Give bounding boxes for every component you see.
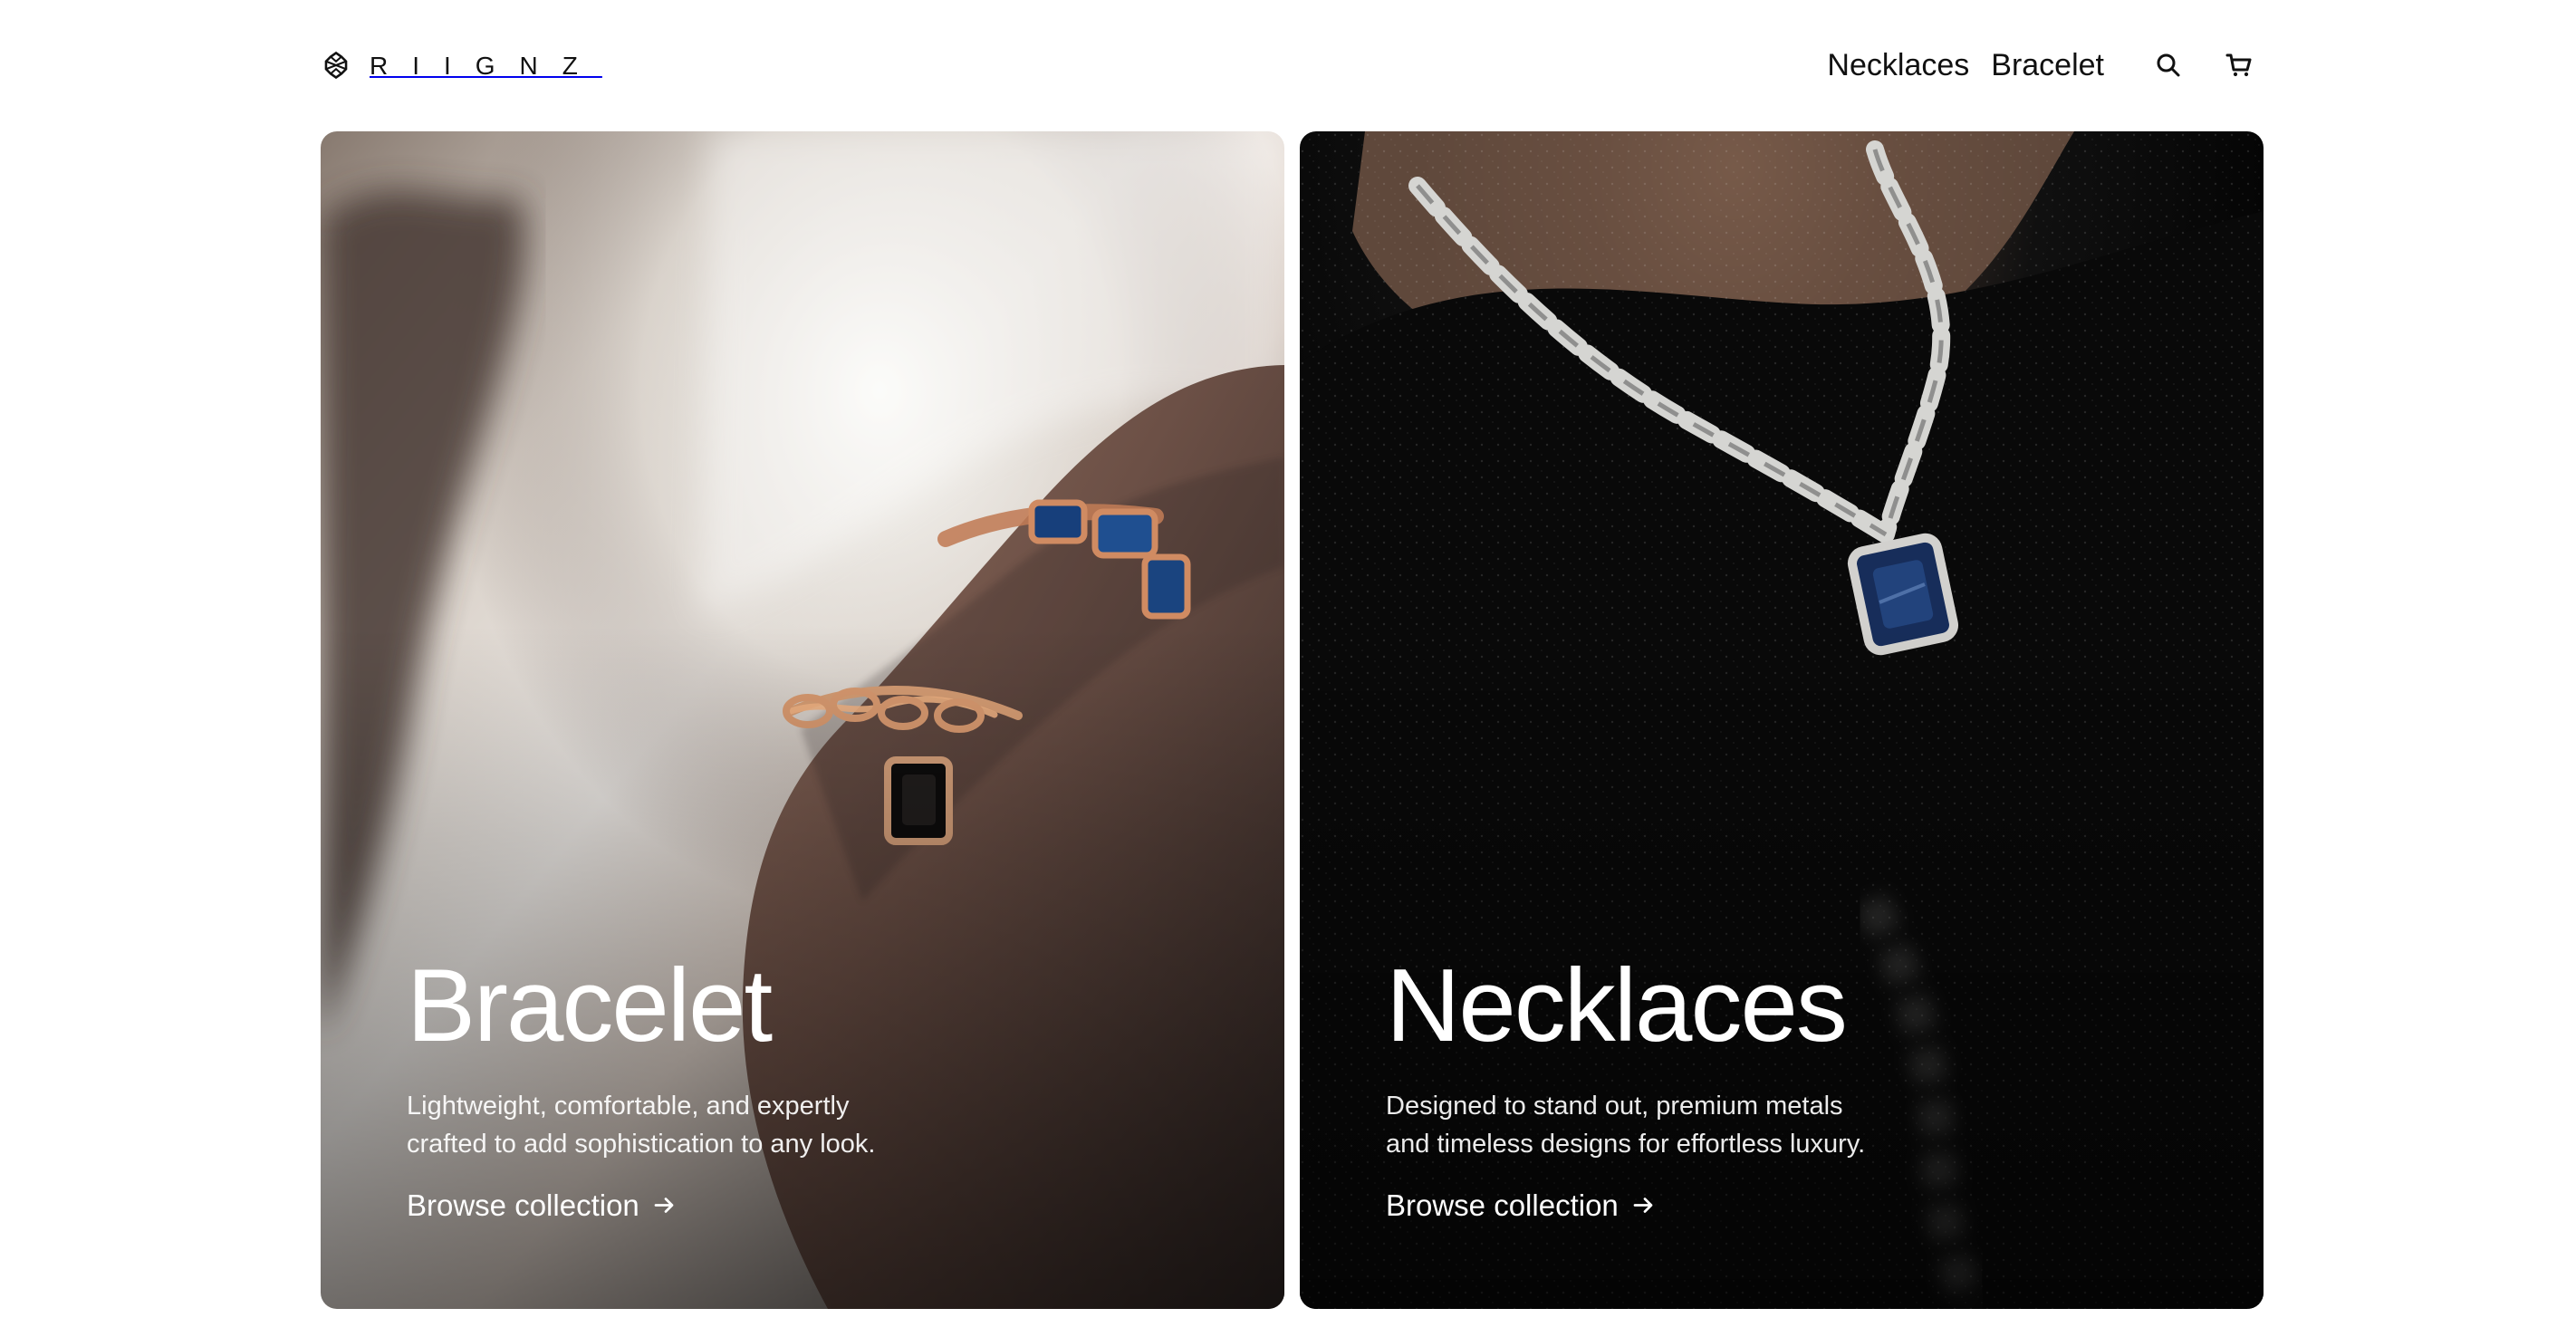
necklace-title: Necklaces: [1386, 948, 1848, 1063]
search-icon: [2157, 53, 2180, 77]
bracelet-description: Lightweight, comfortable, and expertly c…: [407, 1092, 876, 1159]
cart-icon: [2225, 53, 2252, 77]
bracelet-title: Bracelet: [407, 948, 773, 1063]
product-category-page: RIIGNZ Necklaces Bracelet Bracelet Light…: [0, 0, 2576, 1318]
necklace-card-content: Necklaces Designed to stand out, premium…: [1386, 948, 2038, 1221]
search-button[interactable]: [2144, 41, 2193, 90]
cart-button[interactable]: [2215, 41, 2264, 90]
bracelet-browse-label: Browse collection: [407, 1188, 639, 1222]
jewel-ring-logo-icon: [324, 51, 348, 80]
arrow-right-icon: [654, 1198, 674, 1213]
brand-name: RIIGNZ: [370, 52, 602, 80]
nav-link-necklaces[interactable]: Necklaces: [1827, 50, 1969, 81]
necklace-description: Designed to stand out, premium metals an…: [1386, 1092, 1866, 1159]
bracelet-card-content: Bracelet Lightweight, comfortable, and e…: [407, 948, 1059, 1221]
necklace-browse-collection-link[interactable]: Browse collection: [1386, 1190, 1656, 1220]
arrow-right-icon: [1633, 1198, 1653, 1213]
brand-logo-link[interactable]: RIIGNZ: [321, 47, 602, 83]
necklace-browse-label: Browse collection: [1386, 1188, 1619, 1222]
collection-cards: Bracelet Lightweight, comfortable, and e…: [321, 131, 2264, 1309]
bracelet-card[interactable]: Bracelet Lightweight, comfortable, and e…: [321, 131, 1284, 1309]
main-navigation: Necklaces Bracelet: [1827, 41, 2264, 90]
nav-link-bracelet[interactable]: Bracelet: [1991, 50, 2104, 81]
bracelet-browse-collection-link[interactable]: Browse collection: [407, 1190, 677, 1220]
site-header: RIIGNZ Necklaces Bracelet: [321, 41, 2264, 90]
necklace-card[interactable]: Necklaces Designed to stand out, premium…: [1300, 131, 2264, 1309]
